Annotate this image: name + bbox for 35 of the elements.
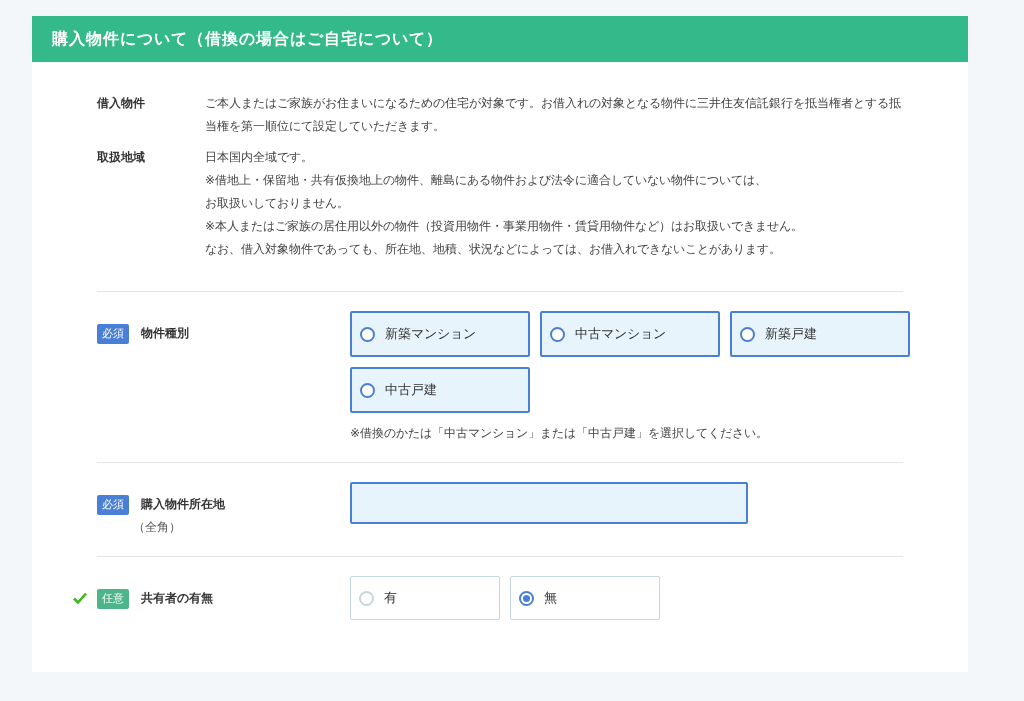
- option-label: 新築戸建: [765, 325, 817, 343]
- radio-option[interactable]: 無: [510, 576, 660, 620]
- description-text: ※本人またはご家族の居住用以外の物件（投資用物件・事業用物件・賃貸用物件など）はお取扱いできません。: [205, 218, 805, 235]
- option-label: 中古戸建: [385, 381, 437, 399]
- radio-button[interactable]: [740, 326, 755, 342]
- field-label: 購入物件所在地: [141, 496, 225, 513]
- radio-button[interactable]: [360, 326, 375, 342]
- radio-button[interactable]: [519, 590, 534, 606]
- description-text: ※借地上・保留地・共有仮換地上の物件、離島にある物件および法令に適合していない物件については、: [205, 172, 769, 189]
- radio-option[interactable]: 新築戸建: [730, 311, 910, 357]
- badge: 必須: [97, 324, 129, 344]
- radio-option[interactable]: 新築マンション: [350, 311, 530, 357]
- radio-option[interactable]: 中古マンション: [540, 311, 720, 357]
- description-label: 借入物件: [97, 95, 146, 112]
- badge: 任意: [97, 589, 129, 609]
- badge: 必須: [97, 495, 129, 515]
- section-title: 購入物件について（借換の場合はご自宅について）: [52, 28, 443, 50]
- description-text: ご本人またはご家族がお住まいになるための住宅が対象です。お借入れの対象となる物件に三井住友信託銀行を抵当権者とする抵当権を第一順位にて設定していただきます。: [205, 95, 902, 135]
- input-field[interactable]: [350, 482, 748, 524]
- field-label: 共有者の有無: [141, 590, 213, 607]
- radio-option[interactable]: 有: [350, 576, 500, 620]
- option-label: 新築マンション: [385, 325, 476, 343]
- field-hint: （全角）: [133, 519, 182, 536]
- description-text: お取扱いしておりません。: [205, 195, 350, 212]
- option-label: 中古マンション: [575, 325, 666, 343]
- radio-button[interactable]: [550, 326, 565, 342]
- radio-button[interactable]: [360, 382, 375, 398]
- option-label: 有: [384, 589, 397, 607]
- description-text: 日本国内全域です。: [205, 149, 314, 166]
- description-label: 取扱地域: [97, 149, 146, 166]
- option-label: 無: [544, 589, 557, 607]
- description-text: なお、借入対象物件であっても、所在地、地積、状況などによっては、お借入れできないことがあります。: [205, 241, 782, 258]
- field-label: 物件種別: [141, 325, 189, 342]
- radio-option[interactable]: 中古戸建: [350, 367, 530, 413]
- note-text: ※借換のかたは「中古マンション」または「中古戸建」を選択してください。: [350, 425, 770, 442]
